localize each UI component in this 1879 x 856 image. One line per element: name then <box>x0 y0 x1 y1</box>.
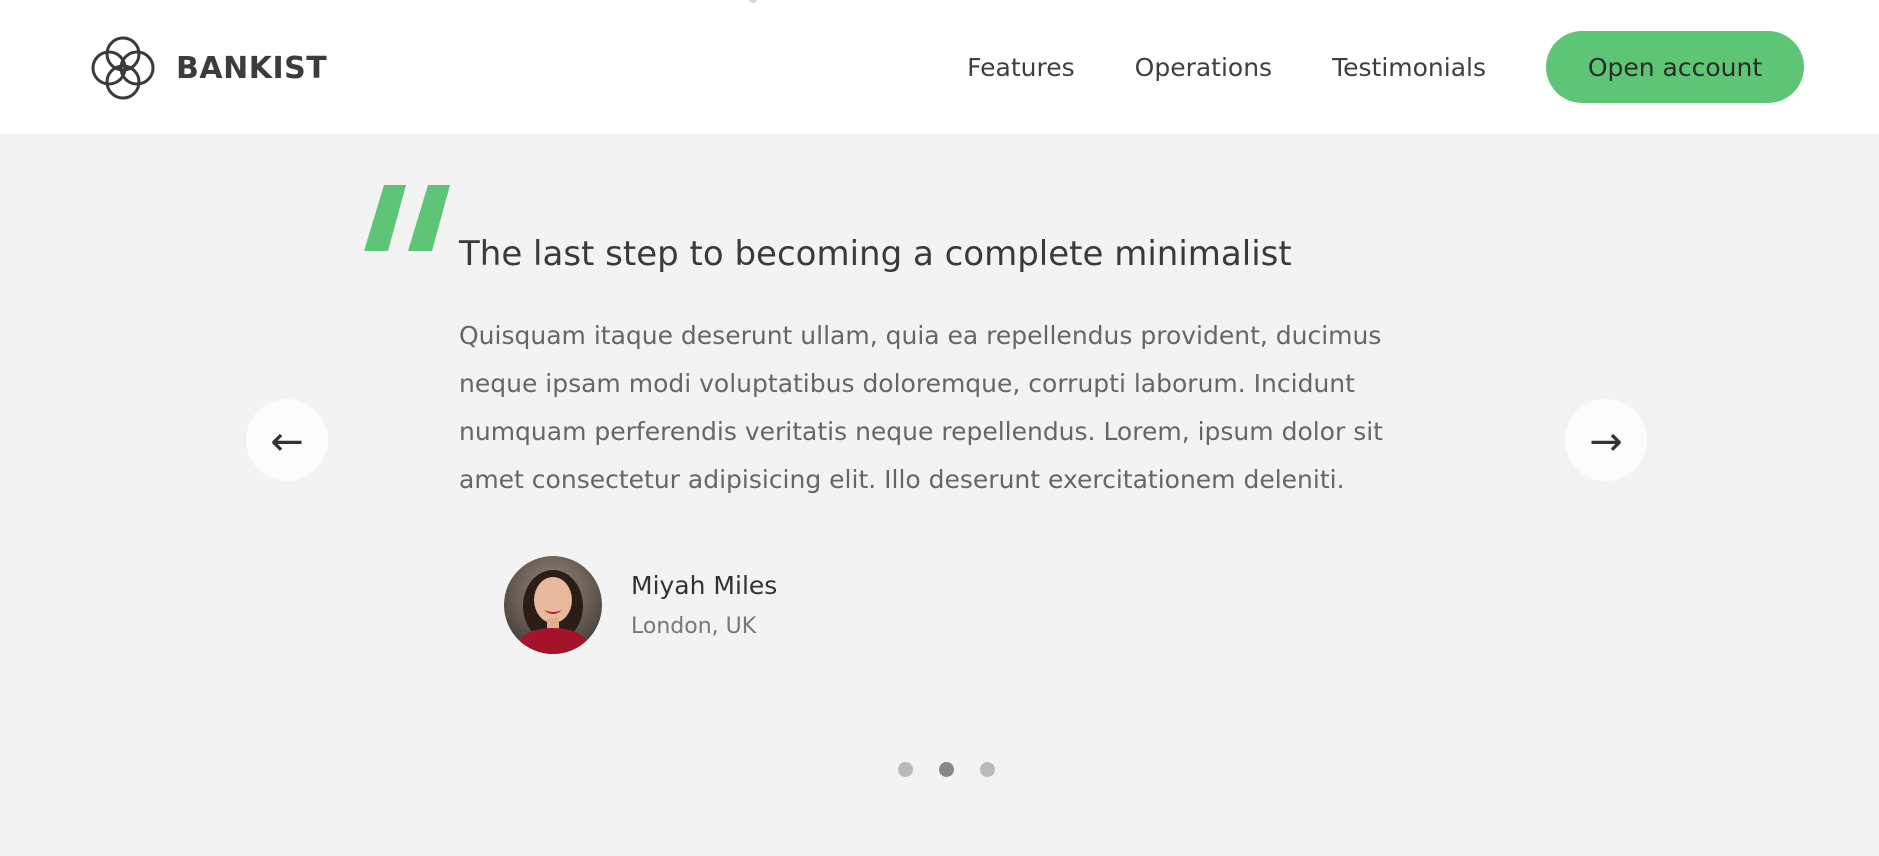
logo[interactable]: BANKIST <box>88 33 327 103</box>
site-header: BANKIST Features Operations Testimonials… <box>0 0 1879 134</box>
nav-link-testimonials[interactable]: Testimonials <box>1332 53 1486 82</box>
author-name: Miyah Miles <box>631 571 778 600</box>
author-info: Miyah Miles London, UK <box>631 571 777 639</box>
slider-dot-1[interactable] <box>898 762 913 777</box>
nav-link-operations[interactable]: Operations <box>1135 53 1272 82</box>
testimonial-body: Quisquam itaque deserunt ullam, quia ea … <box>459 321 1383 494</box>
quote-mark-icon <box>360 183 452 257</box>
slider-dots <box>898 762 1021 777</box>
testimonial-headline: The last step to becoming a complete min… <box>459 234 1292 274</box>
nav-links: Features Operations Testimonials Open ac… <box>967 0 1879 134</box>
four-circles-logo-icon <box>91 36 155 100</box>
slider-prev-button[interactable]: ← <box>246 399 328 481</box>
arrow-left-icon: ← <box>270 419 304 465</box>
slider-dot-2[interactable] <box>939 762 954 777</box>
author-location: London, UK <box>631 614 757 639</box>
logo-text: BANKIST <box>176 50 328 86</box>
arrow-right-icon: → <box>1589 419 1623 465</box>
slider-dot-3[interactable] <box>980 762 995 777</box>
slider-next-button[interactable]: → <box>1565 399 1647 481</box>
nav-link-features[interactable]: Features <box>967 53 1075 82</box>
testimonial-author: Miyah Miles London, UK <box>504 556 777 654</box>
decorative-dot <box>749 0 757 3</box>
avatar <box>504 556 602 654</box>
open-account-button[interactable]: Open account <box>1546 31 1804 103</box>
